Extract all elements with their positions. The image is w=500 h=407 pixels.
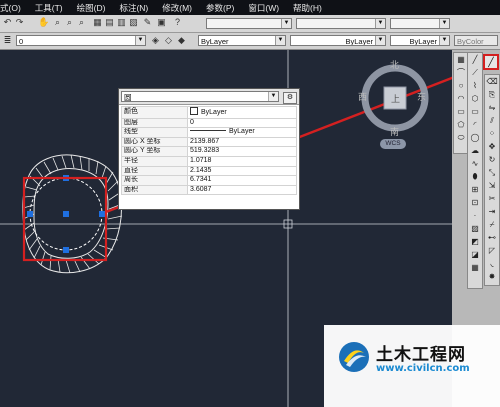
fillet-icon[interactable]: ◟ xyxy=(485,257,499,270)
table-row[interactable]: 颜色 ByLayer xyxy=(121,106,297,119)
site-logo-icon xyxy=(339,342,369,372)
gradient-icon[interactable]: ◩ xyxy=(468,235,482,248)
table-row[interactable]: 直径 2.1435 xyxy=(121,165,297,177)
circle-grip-right[interactable] xyxy=(99,211,105,217)
extend-icon[interactable]: ⇥ xyxy=(485,205,499,218)
ellipse-icon[interactable]: ⬮ xyxy=(468,170,482,183)
circle-grip-bottom[interactable] xyxy=(63,247,69,253)
watermark-url: www.civilcn.com xyxy=(376,363,470,374)
hatch-icon[interactable]: ▨ xyxy=(468,222,482,235)
polygon-icon[interactable]: ⬡ xyxy=(468,92,482,105)
color-swatch xyxy=(190,107,198,115)
table-row[interactable]: 线型 ByLayer xyxy=(121,127,297,138)
line-icon[interactable]: ╱ xyxy=(468,53,482,66)
stretch-icon[interactable]: ⇲ xyxy=(485,179,499,192)
polygon-icon[interactable]: ⬠ xyxy=(454,118,468,131)
construction-line-icon[interactable]: ⟋ xyxy=(468,66,482,79)
break-icon[interactable]: ⌿ xyxy=(485,218,499,231)
draw-toolbar: ╱ ⟋ ⌇ ⬡ ▭ ◜ ◯ ☁ ∿ ⬮ ⊞ ⊡ · ▨ ◩ ◪ ▦ xyxy=(467,52,483,289)
circle-icon[interactable]: ○ xyxy=(454,79,468,92)
table-icon[interactable]: ▦ xyxy=(468,261,482,274)
polyline-icon[interactable]: ⌒ xyxy=(454,66,468,79)
site-watermark: 土木工程网 www.civilcn.com xyxy=(324,325,500,407)
circle-grip-left[interactable] xyxy=(27,211,33,217)
region-icon[interactable]: ◪ xyxy=(468,248,482,261)
hatch-shape xyxy=(22,154,123,274)
circle-icon[interactable]: ◯ xyxy=(468,131,482,144)
offset-icon[interactable]: ⫽ xyxy=(485,114,499,127)
properties-header: 圆 ▼ ⚙ xyxy=(119,89,299,105)
arc-icon[interactable]: ◜ xyxy=(468,118,482,131)
copy-icon[interactable]: ⎘ xyxy=(485,88,499,101)
arc-icon[interactable]: ◠ xyxy=(454,92,468,105)
wcs-menu[interactable]: WCS xyxy=(380,139,406,149)
make-block-icon[interactable]: ⊡ xyxy=(468,196,482,209)
point-icon[interactable]: · xyxy=(468,209,482,222)
table-row[interactable]: 图层 0 xyxy=(121,117,297,129)
viewcube-top-face[interactable]: 上 xyxy=(391,92,400,105)
table-row[interactable]: 圆心 Y 坐标 519.3283 xyxy=(121,146,297,157)
scale-icon[interactable]: ⤡ xyxy=(485,166,499,179)
mirror-icon[interactable]: ⇋ xyxy=(485,101,499,114)
properties-table: 颜色 ByLayer 图层 0 线型 ByLayer 圆心 X 坐标 2139.867 … xyxy=(121,106,297,196)
object-type-value: 圆 xyxy=(124,93,132,102)
viewcube-east[interactable]: 东 xyxy=(417,90,426,103)
ellipse-icon[interactable]: ⬭ xyxy=(454,131,468,144)
trim-icon[interactable]: ✂ xyxy=(485,192,499,205)
rotate-icon[interactable]: ↻ xyxy=(485,153,499,166)
viewcube-west[interactable]: 西 xyxy=(358,90,367,103)
table-row[interactable]: 面积 3.6087 xyxy=(121,184,297,196)
rectangle-icon[interactable]: ▭ xyxy=(468,105,482,118)
array-icon[interactable]: ⁘ xyxy=(485,127,499,140)
layer-icon[interactable]: ▦ xyxy=(454,53,468,66)
viewcube-south[interactable]: 南 xyxy=(390,125,399,138)
erase-icon[interactable]: ⌫ xyxy=(485,75,499,88)
rectangle-icon[interactable]: ▭ xyxy=(454,105,468,118)
move-icon[interactable]: ✥ xyxy=(485,140,499,153)
customize-icon[interactable]: ⚙ xyxy=(283,92,297,104)
viewcube[interactable]: 北 南 东 西 上 xyxy=(355,60,435,148)
spline-icon[interactable]: ∿ xyxy=(468,157,482,170)
quick-properties-panel: 圆 ▼ ⚙ 颜色 ByLayer 图层 0 线型 ByLayer 圆心 X 坐标 2139… xyxy=(118,88,300,210)
join-icon[interactable]: ⊷ xyxy=(485,231,499,244)
viewcube-north[interactable]: 北 xyxy=(390,58,399,71)
insert-block-icon[interactable]: ⊞ xyxy=(468,183,482,196)
watermark-title: 土木工程网 xyxy=(376,345,466,365)
linetype-preview xyxy=(190,130,226,132)
polyline-icon[interactable]: ⌇ xyxy=(468,79,482,92)
table-row[interactable]: 周长 6.7341 xyxy=(121,175,297,186)
chamfer-icon[interactable]: ◸ xyxy=(485,244,499,257)
line-tool-highlight[interactable]: ╱ xyxy=(483,54,499,70)
modify-toolbar: ⌫ ⎘ ⇋ ⫽ ⁘ ✥ ↻ ⤡ ⇲ ✂ ⇥ ⌿ ⊷ ◸ ◟ ✸ xyxy=(484,74,500,286)
revcloud-icon[interactable]: ☁ xyxy=(468,144,482,157)
explode-icon[interactable]: ✸ xyxy=(485,270,499,283)
object-type-select[interactable]: 圆 ▼ xyxy=(121,91,279,102)
table-row[interactable]: 半径 1.0718 xyxy=(121,155,297,167)
table-row[interactable]: 圆心 X 坐标 2139.867 xyxy=(121,136,297,148)
circle-grip-center[interactable] xyxy=(63,211,69,217)
